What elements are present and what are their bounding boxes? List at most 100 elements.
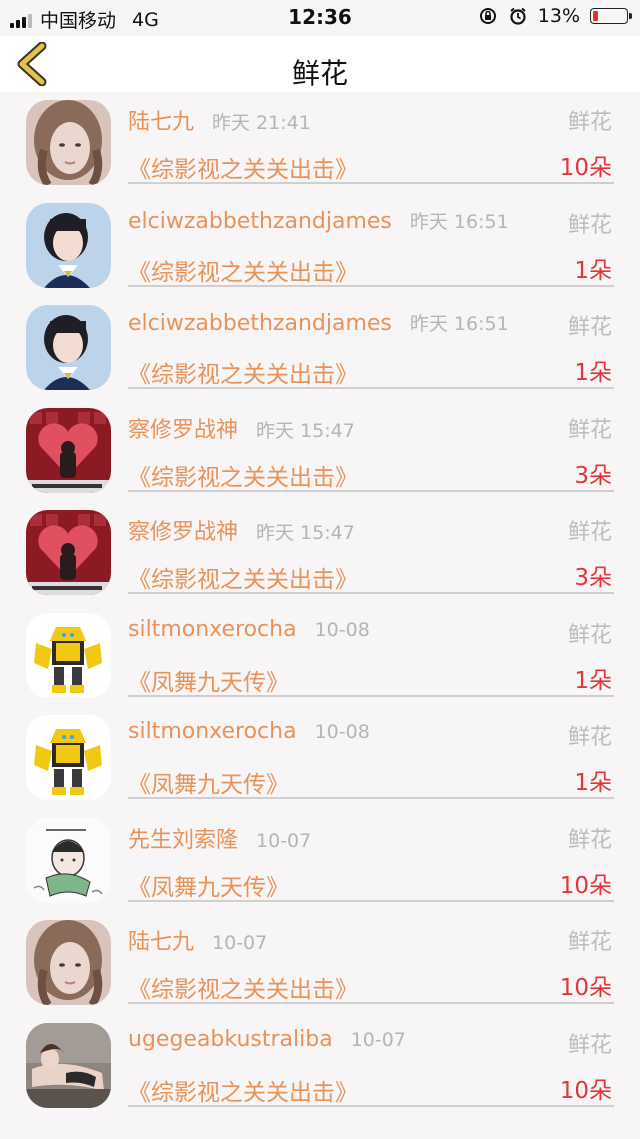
- sketch-icon: [26, 817, 111, 903]
- timestamp: 昨天 15:47: [256, 522, 355, 544]
- flower-count: 10朵: [559, 155, 612, 181]
- sender-name[interactable]: 察修罗战神: [128, 520, 238, 545]
- rotation-lock-icon: [479, 8, 496, 24]
- uniform-girl-icon: [26, 305, 111, 390]
- book-title-link[interactable]: 《凤舞九天传》: [128, 663, 289, 697]
- timestamp: 10-07: [212, 932, 268, 954]
- flower-count: 10朵: [559, 872, 612, 899]
- sender-name[interactable]: 陆七九: [128, 110, 194, 135]
- sender-name-line: 先生刘索隆 10-07: [128, 822, 311, 854]
- heart-wall-icon: [26, 407, 111, 493]
- book-title-link[interactable]: 《综影视之关关出击》: [128, 560, 358, 594]
- gift-type-label: 鲜花: [567, 725, 612, 750]
- sender-name[interactable]: ugegeabkustraliba: [128, 1027, 333, 1052]
- sender-name[interactable]: siltmonxerocha: [128, 719, 297, 744]
- row-divider: [128, 694, 614, 697]
- avatar[interactable]: [26, 407, 111, 493]
- row-divider: [128, 182, 614, 184]
- avatar[interactable]: [26, 202, 111, 288]
- timestamp: 10-07: [350, 1028, 406, 1051]
- portrait-girl-icon: [26, 100, 111, 185]
- sender-name[interactable]: siltmonxerocha: [128, 617, 297, 642]
- gift-type-label: 鲜花: [567, 212, 612, 238]
- avatar[interactable]: [26, 612, 111, 698]
- avatar[interactable]: [26, 305, 111, 390]
- gift-type-label: 鲜花: [567, 417, 612, 443]
- row-divider: [128, 797, 614, 799]
- row-divider: [128, 1104, 614, 1107]
- page-title: 鲜花: [291, 57, 348, 90]
- list-item[interactable]: elciwzabbethzandjames 昨天 16:51 鲜花《综影视之关关出击…: [0, 195, 640, 298]
- flower-count: 1朵: [574, 667, 612, 694]
- sender-name[interactable]: elciwzabbethzandjames: [128, 209, 392, 234]
- flower-count: 1朵: [574, 257, 612, 284]
- sender-name-line: elciwzabbethzandjames 昨天 16:51: [128, 207, 509, 234]
- gift-type-label: 鲜花: [567, 622, 612, 648]
- robot-icon: [26, 715, 111, 800]
- book-title-link[interactable]: 《综影视之关关出击》: [128, 355, 358, 389]
- gift-type-label: 鲜花: [567, 315, 612, 340]
- alarm-icon: [510, 7, 526, 25]
- sender-name[interactable]: elciwzabbethzandjames: [128, 311, 392, 336]
- avatar[interactable]: [26, 715, 111, 800]
- avatar[interactable]: [26, 817, 111, 903]
- sender-name-line: 陆七九 10-07: [128, 924, 267, 956]
- sender-name-line: 陆七九 昨天 21:41: [128, 104, 311, 136]
- book-title-link[interactable]: 《凤舞九天传》: [128, 868, 289, 902]
- gift-type-label: 鲜花: [567, 110, 612, 135]
- book-title-link[interactable]: 《综影视之关关出击》: [128, 253, 358, 287]
- list-item[interactable]: 先生刘索隆 10-07 鲜花《凤舞九天传》 10朵: [0, 810, 640, 913]
- nav-bar: 鲜花: [0, 36, 640, 92]
- timestamp: 10-07: [256, 829, 312, 852]
- reclining-woman-icon: [26, 1022, 111, 1108]
- sender-name-line: ugegeabkustraliba 10-07: [128, 1027, 406, 1052]
- gift-type-label: 鲜花: [567, 827, 612, 853]
- sender-name-line: siltmonxerocha 10-08: [128, 719, 370, 744]
- timestamp: 昨天 16:51: [409, 210, 509, 233]
- robot-icon: [26, 612, 111, 698]
- gift-type-label: 鲜花: [567, 520, 612, 545]
- avatar[interactable]: [26, 920, 111, 1005]
- sender-name[interactable]: 陆七九: [128, 930, 194, 955]
- avatar[interactable]: [26, 1022, 111, 1108]
- list-item[interactable]: 陆七九 10-07 鲜花 《综影视之关关出击》 10朵: [0, 912, 640, 1015]
- flower-count: 10朵: [559, 975, 612, 1001]
- uniform-girl-icon: [26, 202, 111, 288]
- sender-name[interactable]: 先生刘索隆: [128, 828, 238, 853]
- flower-count: 1朵: [574, 770, 612, 796]
- avatar[interactable]: [26, 510, 111, 595]
- list-item[interactable]: 察修罗战神 昨天 15:47 鲜花 《综影视之关关出击》 3朵: [0, 400, 640, 503]
- flower-count: 10朵: [559, 1077, 612, 1104]
- book-title-link[interactable]: 《综影视之关关出击》: [128, 458, 358, 492]
- book-title-link[interactable]: 《综影视之关关出击》: [128, 970, 358, 1004]
- book-title-link[interactable]: 《综影视之关关出击》: [128, 1073, 358, 1107]
- sender-name-line: 察修罗战神 昨天 15:47: [128, 412, 355, 444]
- list-item[interactable]: ugegeabkustraliba 10-07 鲜花《综影视之关关出击》 10朵: [0, 1015, 640, 1118]
- sender-name-line: elciwzabbethzandjames 昨天 16:51: [128, 309, 509, 336]
- avatar[interactable]: [26, 100, 111, 185]
- battery-icon: [590, 8, 632, 24]
- timestamp: 昨天 15:47: [256, 419, 355, 442]
- sender-name[interactable]: 察修罗战神: [128, 418, 238, 443]
- list-item[interactable]: siltmonxerocha 10-08 鲜花《凤舞九天传》 1朵: [0, 707, 640, 810]
- flower-count: 3朵: [574, 565, 612, 591]
- flower-record-list: 陆七九 昨天 21:41 鲜花 《综影视之关关出击》 10朵 elciwzabbethza…: [0, 92, 640, 1117]
- timestamp: 昨天 21:41: [212, 112, 311, 134]
- row-divider: [128, 592, 614, 594]
- row-divider: [128, 387, 614, 389]
- sender-name-line: 察修罗战神 昨天 15:47: [128, 514, 355, 546]
- list-item[interactable]: siltmonxerocha 10-08 鲜花《凤舞九天传》 1朵: [0, 605, 640, 708]
- gift-type-label: 鲜花: [567, 1032, 612, 1058]
- portrait-girl-icon: [26, 920, 111, 1005]
- battery-percent: 13%: [537, 5, 580, 27]
- book-title-link[interactable]: 《凤舞九天传》: [128, 765, 289, 799]
- timestamp: 10-08: [314, 721, 370, 743]
- book-title-link[interactable]: 《综影视之关关出击》: [128, 150, 358, 184]
- list-item[interactable]: 察修罗战神 昨天 15:47 鲜花《综影视之关关出击》 3朵: [0, 502, 640, 605]
- status-bar: 中国移动 4G 12:36 13%: [0, 0, 640, 36]
- heart-wall-icon: [26, 510, 111, 595]
- list-item[interactable]: 陆七九 昨天 21:41 鲜花《综影视之关关出击》 10朵: [0, 92, 640, 195]
- row-divider: [128, 899, 614, 902]
- list-item[interactable]: elciwzabbethzandjames 昨天 16:51 鲜花《综影视之关关出击…: [0, 297, 640, 400]
- sender-name-line: siltmonxerocha 10-08: [128, 617, 370, 642]
